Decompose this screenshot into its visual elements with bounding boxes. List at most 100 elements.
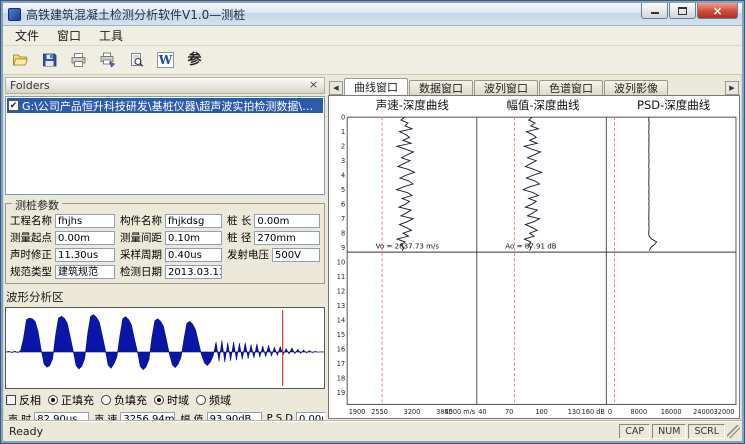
fill-option-1[interactable]: 正填充 bbox=[48, 392, 94, 408]
svg-text:9: 9 bbox=[341, 244, 345, 252]
param-spec-type-value[interactable]: 建筑规范 bbox=[55, 265, 115, 279]
svg-text:18: 18 bbox=[337, 375, 345, 383]
chart-titles-row: 声速-深度曲线 幅值-深度曲线 PSD-深度曲线 bbox=[329, 96, 739, 113]
svg-text:0: 0 bbox=[608, 408, 612, 416]
tab-scroll-right-icon[interactable]: ▶ bbox=[725, 81, 739, 95]
tree-item[interactable]: ✔G:\公司产品恒升科技研发\基桩仪器\超声波实拍检测数据\混凝土cd\ps03… bbox=[7, 98, 323, 113]
minimize-icon bbox=[651, 11, 659, 14]
param-pile-diameter-value[interactable]: 270mm bbox=[254, 231, 320, 245]
domain-option-2[interactable]: 频域 bbox=[196, 392, 231, 408]
pile-params-title: 测桩参数 bbox=[12, 197, 62, 213]
radio-icon bbox=[48, 395, 58, 405]
svg-text:Ao = 87.91 dB: Ao = 87.91 dB bbox=[505, 241, 556, 250]
domain-option-1[interactable]: 时域 bbox=[154, 392, 189, 408]
param-spec-type: 规范类型建筑规范 bbox=[10, 264, 115, 279]
page-preview-icon bbox=[128, 52, 145, 68]
chart-title-velocity: 声速-深度曲线 bbox=[347, 97, 478, 113]
svg-text:6: 6 bbox=[341, 200, 345, 208]
status-bar: Ready CAPNUMSCRL bbox=[3, 421, 742, 441]
param-component-name-label: 构件名称 bbox=[120, 213, 162, 228]
param-component-name-value[interactable]: fhjkdsg bbox=[165, 214, 222, 228]
svg-text:40: 40 bbox=[478, 408, 486, 416]
tab-wave-train-window[interactable]: 波列窗口 bbox=[474, 80, 538, 95]
waveform-area[interactable] bbox=[5, 307, 325, 389]
param-emit-voltage-label: 发射电压 bbox=[227, 247, 269, 262]
tree-item-label: G:\公司产品恒升科技研发\基桩仪器\超声波实拍检测数据\混凝土cd\ps03\… bbox=[22, 98, 322, 113]
svg-text:17: 17 bbox=[337, 360, 345, 368]
chart-area[interactable]: 声速-深度曲线 幅值-深度曲线 PSD-深度曲线 012345678910111… bbox=[328, 95, 740, 419]
status-indicators: CAPNUMSCRL bbox=[619, 424, 725, 439]
fill-option-2-label: 负填充 bbox=[114, 392, 147, 408]
param-sample-period-value[interactable]: 0.40us bbox=[165, 248, 222, 262]
svg-text:13: 13 bbox=[337, 302, 345, 310]
param-project-name-value[interactable]: fhjhs bbox=[55, 214, 115, 228]
menu-item-file[interactable]: 文件 bbox=[6, 25, 48, 46]
param-emit-voltage-value[interactable]: 500V bbox=[272, 248, 320, 262]
param-time-correction: 声时修正11.30us bbox=[10, 247, 115, 262]
indicator-cap: CAP bbox=[619, 424, 650, 439]
param-test-date: 检测日期2013.03.13 bbox=[120, 264, 222, 279]
title-bar[interactable]: 高铁建筑混凝土检测分析软件V1.0—测桩 × bbox=[3, 3, 742, 26]
print-setup-button[interactable] bbox=[94, 48, 121, 73]
close-button[interactable]: × bbox=[697, 3, 738, 19]
svg-text:70: 70 bbox=[505, 408, 513, 416]
param-pile-diameter-label: 桩 径 bbox=[227, 230, 251, 245]
tab-scroll-left-icon[interactable]: ◀ bbox=[329, 81, 343, 95]
status-text: Ready bbox=[9, 425, 43, 438]
param-spec-type-label: 规范类型 bbox=[10, 264, 52, 279]
open-button[interactable] bbox=[7, 48, 34, 73]
indicator-scrl: SCRL bbox=[688, 424, 725, 439]
menu-item-window[interactable]: 窗口 bbox=[48, 25, 90, 46]
param-measure-spacing-value[interactable]: 0.10m bbox=[165, 231, 222, 245]
invert-checkbox[interactable]: 反相 bbox=[6, 392, 41, 408]
preview-button[interactable] bbox=[123, 48, 150, 73]
svg-text:130: 130 bbox=[568, 408, 581, 416]
tab-data-window[interactable]: 数据窗口 bbox=[409, 80, 473, 95]
fill-option-2[interactable]: 负填充 bbox=[101, 392, 147, 408]
toolbar: W参 bbox=[3, 46, 742, 75]
svg-text:4: 4 bbox=[341, 171, 345, 179]
panel-close-icon[interactable]: × bbox=[307, 79, 320, 92]
svg-text:2550: 2550 bbox=[371, 408, 388, 416]
param-emit-voltage: 发射电压500V bbox=[227, 247, 320, 262]
svg-text:19: 19 bbox=[337, 389, 345, 397]
svg-text:1900: 1900 bbox=[349, 408, 366, 416]
param-sample-period-label: 采样周期 bbox=[120, 247, 162, 262]
param-project-name: 工程名称fhjhs bbox=[10, 213, 115, 228]
param-pile-length-value[interactable]: 0.00m bbox=[254, 214, 320, 228]
tree-checkbox-icon[interactable]: ✔ bbox=[8, 100, 19, 111]
print-button[interactable] bbox=[65, 48, 92, 73]
waveform-plot[interactable] bbox=[6, 308, 324, 388]
param-test-date-value[interactable]: 2013.03.13 bbox=[165, 265, 222, 279]
file-tree[interactable]: ✔G:\公司产品恒升科技研发\基桩仪器\超声波实拍检测数据\混凝土cd\ps03… bbox=[5, 96, 325, 195]
param-pile-diameter: 桩 径270mm bbox=[227, 230, 320, 245]
print-setup-icon bbox=[99, 52, 116, 68]
window-controls: × bbox=[641, 3, 742, 19]
print-icon bbox=[70, 52, 87, 68]
minimize-button[interactable] bbox=[641, 3, 668, 19]
save-icon bbox=[41, 52, 58, 68]
tab-curve-window[interactable]: 曲线窗口 bbox=[344, 78, 408, 95]
resize-grip-icon[interactable] bbox=[727, 425, 740, 438]
maximize-button[interactable] bbox=[669, 3, 696, 19]
svg-text:100: 100 bbox=[535, 408, 548, 416]
word-icon-glyph: W bbox=[157, 52, 174, 68]
svg-text:4500 m/s: 4500 m/s bbox=[445, 408, 476, 416]
svg-text:Vo = 2837.73 m/s: Vo = 2837.73 m/s bbox=[376, 241, 440, 250]
svg-text:8: 8 bbox=[341, 229, 345, 237]
param-measure-start-value[interactable]: 0.00m bbox=[55, 231, 115, 245]
check-icon bbox=[6, 395, 16, 405]
param-time-correction-value[interactable]: 11.30us bbox=[55, 248, 115, 262]
svg-text:14: 14 bbox=[337, 316, 345, 324]
depth-curves-plot[interactable]: 0123456789101112131415161718191900255032… bbox=[329, 113, 739, 418]
folders-panel-title: Folders bbox=[10, 79, 50, 92]
menu-item-tools[interactable]: 工具 bbox=[90, 25, 132, 46]
svg-text:5: 5 bbox=[341, 186, 345, 194]
maximize-icon bbox=[678, 7, 687, 15]
save-button[interactable] bbox=[36, 48, 63, 73]
parameters-button[interactable]: 参 bbox=[181, 48, 208, 73]
svg-text:24000: 24000 bbox=[693, 408, 714, 416]
tab-wave-image-window[interactable]: 波列影像 bbox=[604, 80, 668, 95]
export-word-button[interactable]: W bbox=[152, 48, 179, 73]
tab-spectrum-window[interactable]: 色谱窗口 bbox=[539, 80, 603, 95]
